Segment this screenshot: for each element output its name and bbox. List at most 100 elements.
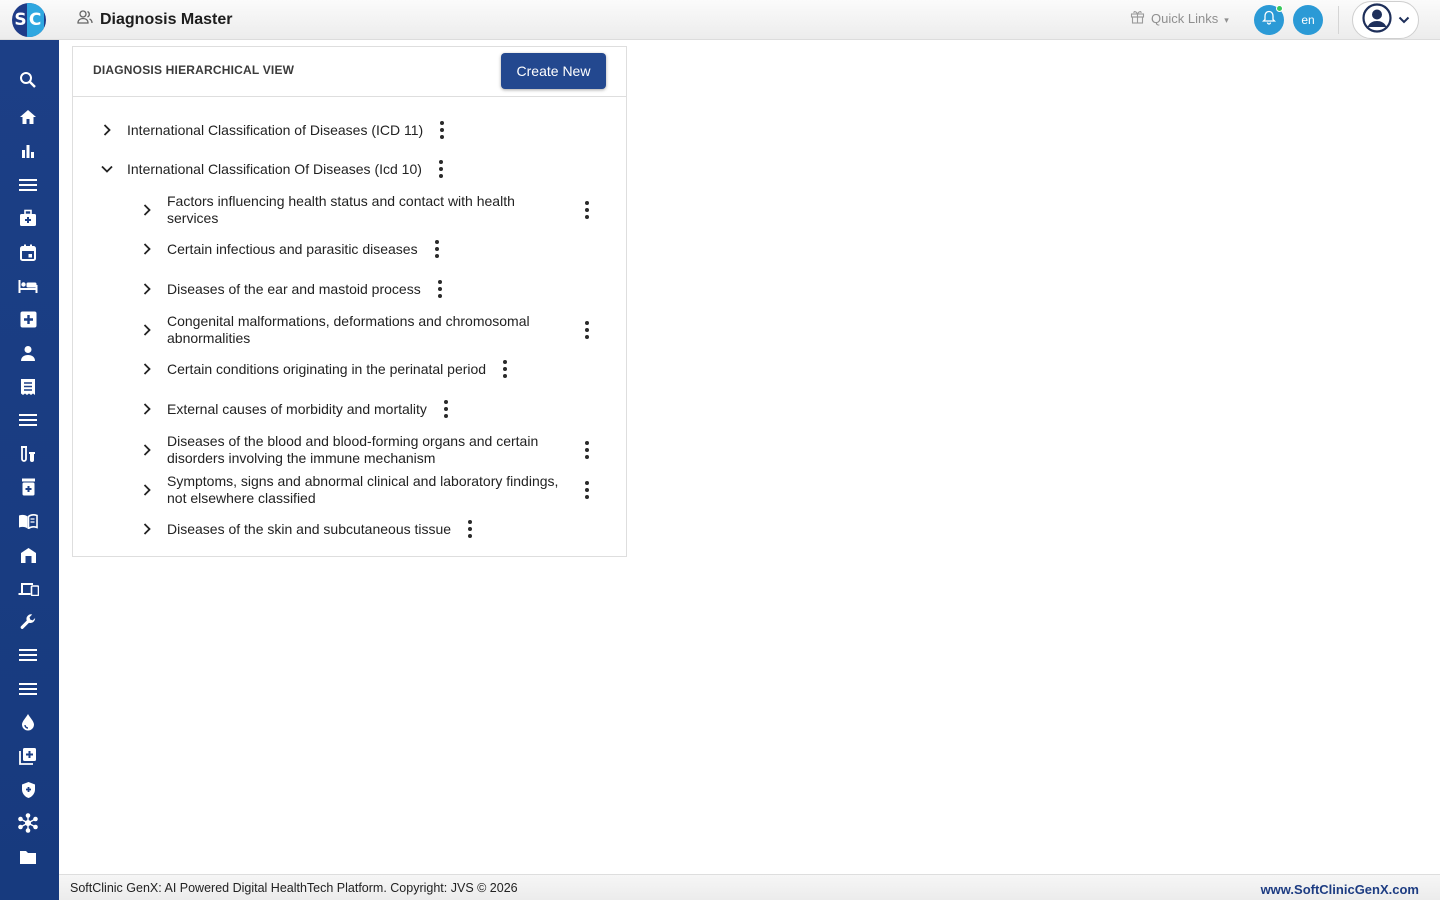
tree-node-label[interactable]: Diseases of the skin and subcutaneous ti… (167, 521, 451, 538)
add-library-icon[interactable] (17, 745, 39, 767)
page-header: Diagnosis Master (77, 10, 232, 29)
tree-node-icd10[interactable]: International Classification Of Diseases… (101, 160, 444, 178)
folder-icon[interactable] (17, 846, 39, 868)
devices-icon[interactable] (17, 577, 39, 599)
chevron-right-icon[interactable] (141, 444, 153, 456)
chevron-right-icon[interactable] (141, 204, 153, 216)
chevron-down-icon[interactable] (101, 163, 113, 175)
tree-node-icd11[interactable]: International Classification of Diseases… (101, 121, 445, 139)
menu-icon[interactable] (17, 644, 39, 666)
tree-node-label[interactable]: International Classification of Diseases… (127, 122, 423, 139)
tree-node-label[interactable]: Factors influencing health status and co… (167, 193, 567, 227)
chevron-right-icon[interactable] (141, 324, 153, 336)
avatar-icon (1362, 2, 1392, 38)
footer: SoftClinic GenX: AI Powered Digital Heal… (59, 874, 1440, 900)
tree-node-label[interactable]: Symptoms, signs and abnormal clinical an… (167, 473, 567, 507)
more-vertical-icon[interactable] (437, 280, 443, 298)
chevron-right-icon[interactable] (101, 124, 113, 136)
tree-child-node[interactable]: Diseases of the ear and mastoid process (141, 280, 443, 298)
person-icon[interactable] (17, 342, 39, 364)
tree-child-node[interactable]: Symptoms, signs and abnormal clinical an… (141, 473, 601, 507)
store-icon[interactable] (17, 544, 39, 566)
medical-bag-icon[interactable] (17, 207, 39, 229)
app-logo[interactable]: S C (12, 3, 46, 37)
blood-drop-icon[interactable] (17, 711, 39, 733)
notification-button[interactable] (1254, 5, 1284, 35)
receipt-icon[interactable] (17, 376, 39, 398)
tree-child-node[interactable]: Diseases of the blood and blood-forming … (141, 433, 601, 467)
notification-dot (1276, 5, 1283, 12)
tree-node-label[interactable]: Congenital malformations, deformations a… (167, 313, 567, 347)
lab-tubes-icon[interactable] (17, 443, 39, 465)
book-icon[interactable] (17, 510, 39, 532)
more-vertical-icon[interactable] (434, 240, 440, 258)
pharmacy-icon[interactable] (17, 476, 39, 498)
tree-node-label[interactable]: Diseases of the blood and blood-forming … (167, 433, 567, 467)
logo-s: S (14, 10, 27, 30)
network-icon[interactable] (17, 812, 39, 834)
tree-node-label[interactable]: Certain conditions originating in the pe… (167, 361, 486, 378)
wrench-icon[interactable] (17, 611, 39, 633)
language-button[interactable]: en (1293, 5, 1323, 35)
chevron-right-icon[interactable] (141, 403, 153, 415)
chevron-down-icon (1398, 11, 1410, 29)
menu-icon[interactable] (17, 409, 39, 431)
chevron-right-icon[interactable] (141, 283, 153, 295)
home-icon[interactable] (17, 106, 39, 128)
quick-links-label: Quick Links (1151, 10, 1219, 26)
label-line: Diseases of the blood and blood-forming … (167, 433, 539, 449)
menu-icon[interactable] (17, 678, 39, 700)
bar-chart-icon[interactable] (17, 140, 39, 162)
page-title: Diagnosis Master (100, 10, 233, 28)
shield-icon[interactable] (17, 779, 39, 801)
tree-node-label[interactable]: Diseases of the ear and mastoid process (167, 281, 421, 298)
quick-links-menu[interactable]: Quick Links ▾ (1130, 9, 1229, 27)
tree-node-label[interactable]: External causes of morbidity and mortali… (167, 401, 427, 418)
more-vertical-icon[interactable] (584, 481, 590, 499)
bell-icon (1261, 10, 1277, 30)
medical-plus-icon[interactable] (17, 308, 39, 330)
calendar-icon[interactable] (17, 241, 39, 263)
tree-child-node[interactable]: Certain conditions originating in the pe… (141, 360, 508, 378)
sidebar (0, 40, 59, 900)
card-header: DIAGNOSIS HIERARCHICAL VIEW Create New (73, 47, 626, 97)
more-vertical-icon[interactable] (584, 201, 590, 219)
users-icon (77, 10, 93, 29)
tree-node-label[interactable]: Certain infectious and parasitic disease… (167, 241, 418, 258)
more-vertical-icon[interactable] (467, 520, 473, 538)
header-divider (1338, 6, 1339, 34)
bed-icon[interactable] (17, 275, 39, 297)
more-vertical-icon[interactable] (439, 121, 445, 139)
create-new-button[interactable]: Create New (501, 53, 606, 89)
profile-menu[interactable] (1352, 1, 1419, 39)
tree-child-node[interactable]: Diseases of the skin and subcutaneous ti… (141, 520, 473, 538)
label-line: disorders involving the immune mechanism (167, 450, 436, 466)
chevron-right-icon[interactable] (141, 363, 153, 375)
more-vertical-icon[interactable] (438, 160, 444, 178)
tree-child-node[interactable]: Factors influencing health status and co… (141, 193, 601, 227)
tree-child-node[interactable]: Congenital malformations, deformations a… (141, 313, 601, 347)
top-bar: S C Diagnosis Master Quick Links ▾ en (0, 0, 1440, 40)
gift-icon (1130, 9, 1145, 27)
label-line: Congenital malformations, deformations a… (167, 313, 530, 329)
more-vertical-icon[interactable] (502, 360, 508, 378)
label-line: not elsewhere classified (167, 490, 316, 506)
caret-down-icon: ▾ (1224, 14, 1229, 25)
more-vertical-icon[interactable] (584, 321, 590, 339)
more-vertical-icon[interactable] (443, 400, 449, 418)
menu-icon[interactable] (17, 174, 39, 196)
chevron-right-icon[interactable] (141, 523, 153, 535)
tree-child-node[interactable]: External causes of morbidity and mortali… (141, 400, 449, 418)
tree-node-label[interactable]: International Classification Of Diseases… (127, 161, 422, 178)
logo-c: C (26, 3, 44, 37)
card-title: DIAGNOSIS HIERARCHICAL VIEW (93, 63, 295, 77)
more-vertical-icon[interactable] (584, 441, 590, 459)
footer-website-link[interactable]: www.SoftClinicGenX.com (1261, 882, 1419, 897)
tree-child-node[interactable]: Certain infectious and parasitic disease… (141, 240, 440, 258)
label-line: Factors influencing health status and co… (167, 193, 515, 209)
chevron-right-icon[interactable] (141, 484, 153, 496)
chevron-right-icon[interactable] (141, 243, 153, 255)
label-line: abnormalities (167, 330, 251, 346)
diagnosis-hierarchy-card: DIAGNOSIS HIERARCHICAL VIEW Create New I… (72, 46, 627, 557)
search-icon[interactable] (17, 69, 39, 91)
